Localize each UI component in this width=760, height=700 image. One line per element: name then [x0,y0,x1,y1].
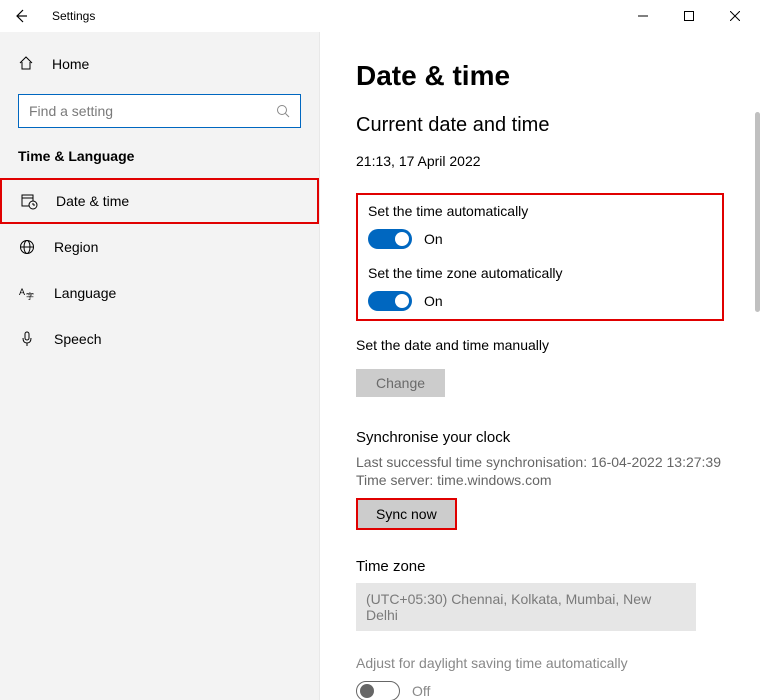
back-button[interactable] [6,1,36,31]
close-button[interactable] [712,0,758,32]
microphone-icon [18,331,36,347]
search-placeholder: Find a setting [29,103,113,119]
close-icon [730,11,740,21]
globe-icon [18,239,36,255]
dst-label: Adjust for daylight saving time automati… [356,655,724,671]
current-datetime: 21:13, 17 April 2022 [356,153,724,169]
sidebar-item-speech[interactable]: Speech [0,316,319,362]
highlight-auto-settings: Set the time automatically On Set the ti… [356,193,724,321]
sidebar-item-label: Home [52,56,89,72]
sidebar-group-title: Time & Language [0,148,319,178]
timezone-heading: Time zone [356,558,724,575]
maximize-button[interactable] [666,0,712,32]
language-icon: A字 [18,285,36,301]
svg-text:字: 字 [26,291,34,301]
page-title: Date & time [356,60,724,92]
sync-server-info: Time server: time.windows.com [356,472,724,488]
minimize-icon [638,11,648,21]
sidebar-item-label: Date & time [56,193,129,209]
sidebar-item-label: Region [54,239,98,255]
home-icon [18,55,34,74]
sync-last-info: Last successful time synchronisation: 16… [356,454,724,470]
sidebar-item-home[interactable]: Home [0,44,319,84]
calendar-clock-icon [20,193,38,210]
sidebar-item-language[interactable]: A字 Language [0,270,319,316]
scrollbar[interactable] [755,112,760,312]
set-manual-label: Set the date and time manually [356,337,724,353]
change-button: Change [356,369,445,397]
window-title: Settings [52,9,95,23]
search-input[interactable]: Find a setting [18,94,301,128]
set-tz-auto-toggle[interactable] [368,291,412,311]
sidebar-item-label: Language [54,285,116,301]
timezone-select: (UTC+05:30) Chennai, Kolkata, Mumbai, Ne… [356,583,696,631]
minimize-button[interactable] [620,0,666,32]
sync-now-button[interactable]: Sync now [356,498,457,530]
dst-toggle [356,681,400,700]
set-time-auto-label: Set the time automatically [368,203,712,219]
sidebar: Home Find a setting Time & Language Date… [0,32,320,700]
section-current-heading: Current date and time [356,114,724,137]
set-tz-auto-state: On [424,293,443,309]
set-time-auto-toggle[interactable] [368,229,412,249]
svg-text:A: A [19,287,25,297]
sidebar-item-region[interactable]: Region [0,224,319,270]
set-tz-auto-label: Set the time zone automatically [368,265,712,281]
sync-heading: Synchronise your clock [356,429,724,446]
sidebar-item-label: Speech [54,331,101,347]
sidebar-item-date-time[interactable]: Date & time [0,178,319,224]
back-arrow-icon [13,8,29,24]
set-time-auto-state: On [424,231,443,247]
main-content: Date & time Current date and time 21:13,… [320,32,760,700]
dst-state: Off [412,683,430,699]
maximize-icon [684,11,694,21]
search-icon [276,104,290,118]
